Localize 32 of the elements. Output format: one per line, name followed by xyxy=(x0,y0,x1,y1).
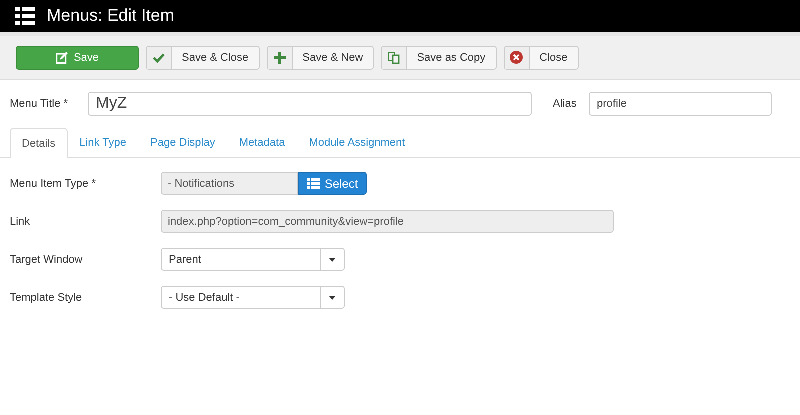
readonly-field: - Notifications xyxy=(161,172,298,195)
plus-icon xyxy=(274,52,286,64)
dropdown[interactable]: Parent xyxy=(161,248,345,271)
tab[interactable]: Metadata xyxy=(227,128,298,157)
list-icon xyxy=(15,7,35,25)
copy-icon xyxy=(388,52,400,64)
field-label: Template Style xyxy=(10,292,84,304)
tab[interactable]: Page Display xyxy=(138,128,228,157)
list-icon xyxy=(306,178,320,189)
field-label: Alias xyxy=(553,98,578,110)
close-icon xyxy=(510,51,524,64)
tab[interactable]: Module Assignment xyxy=(297,128,418,157)
edit-icon xyxy=(56,52,68,64)
alias-field[interactable]: profile xyxy=(589,92,772,116)
caret-icon xyxy=(329,296,336,300)
caret-icon xyxy=(329,258,336,262)
tab[interactable]: Details xyxy=(10,128,68,158)
readonly-field: index.php?option=com_community&view=profile xyxy=(161,210,614,233)
field-label: Menu Item Type * xyxy=(10,178,98,190)
toolbar-button[interactable]: Save as Copy xyxy=(381,46,497,70)
field-label: Link xyxy=(10,216,32,228)
toolbar-button[interactable]: Save & Close xyxy=(146,46,260,70)
page-title: Menus: Edit Item xyxy=(47,6,175,26)
toolbar-button[interactable]: Save & New xyxy=(266,46,374,70)
check-icon xyxy=(153,52,165,62)
tab[interactable]: Link Type xyxy=(68,128,139,157)
field-label: Menu Title * xyxy=(10,98,70,110)
field-label: Target Window xyxy=(10,254,84,266)
menu-title-field[interactable]: MyZ xyxy=(88,92,532,116)
dropdown[interactable]: - Use Default - xyxy=(161,286,345,309)
toolbar-button[interactable]: Close xyxy=(504,46,579,70)
select-button[interactable]: Select xyxy=(298,172,367,195)
